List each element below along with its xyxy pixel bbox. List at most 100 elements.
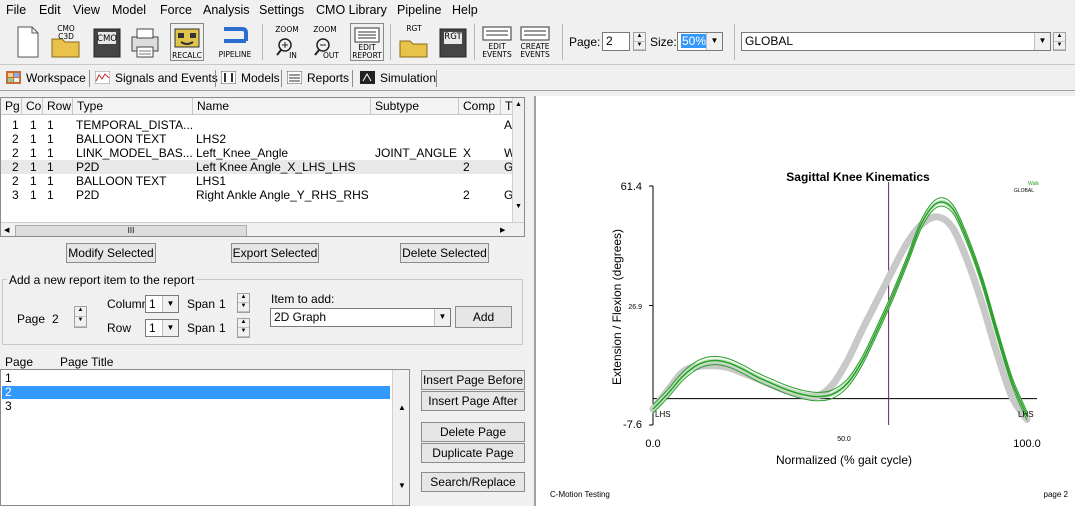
page-number-field[interactable]: 2 [602,32,630,51]
span-value-row: 1 [219,321,226,335]
table-horizontal-scrollbar[interactable]: ◀ III ▶ [1,222,524,236]
scroll-down-icon[interactable]: ▼ [398,481,406,490]
menu-model[interactable]: Model [112,3,146,17]
column-header-comp[interactable]: Comp [459,98,501,115]
menu-cmo-library[interactable]: CMO Library [316,3,387,17]
search-replace-button[interactable]: Search/Replace [421,472,525,492]
tab-signals-and-events[interactable]: Signals and Events [95,69,218,87]
chevron-down-icon[interactable]: ▼ [162,320,178,336]
global-spinner[interactable]: ▲ ▼ [1053,32,1066,51]
size-select[interactable]: 50% ▼ [677,32,723,51]
delete-page-button[interactable]: Delete Page [421,422,525,442]
spin-up-icon[interactable]: ▲ [238,294,249,303]
print-button[interactable] [128,23,162,61]
spin-up-icon[interactable]: ▲ [75,307,86,317]
spin-down-icon[interactable]: ▼ [238,328,249,337]
menu-help[interactable]: Help [452,3,478,17]
pipeline-button[interactable]: PIPELINE [218,23,252,61]
item-to-add-label: Item to add: [271,292,335,306]
page-spinner[interactable]: ▲ ▼ [633,32,646,51]
tab-reports[interactable]: Reports [287,69,349,87]
rgt-disk-button[interactable]: RGT [436,23,470,61]
scroll-up-icon[interactable]: ▲ [515,101,522,108]
scroll-down-icon[interactable]: ▼ [515,203,522,210]
insert-page-before-button[interactable]: Insert Page Before [421,370,525,390]
chevron-down-icon[interactable]: ▼ [434,309,450,326]
table-row[interactable]: 2 1 1 LINK_MODEL_BAS... Left_Knee_Angle … [1,146,515,160]
add-page-spinner[interactable]: ▲ ▼ [74,306,87,328]
table-row-selected[interactable]: 2 1 1 P2D Left Knee Angle_X_LHS_LHS 2 G [1,160,513,174]
menu-force[interactable]: Force [160,3,192,17]
spin-up-icon[interactable]: ▲ [1054,33,1065,42]
tab-models[interactable]: Models [221,69,280,87]
delete-selected-button[interactable]: Delete Selected [400,243,489,263]
table-row[interactable]: 3 1 1 P2D Right Ankle Angle_Y_RHS_RHS 2 … [1,188,513,202]
table-row[interactable]: 2 1 1 BALLOON TEXT LHS1 [1,174,513,188]
item-type-select[interactable]: 2D Graph ▼ [270,308,451,327]
tab-workspace[interactable]: Workspace [6,69,86,87]
tab-separator [281,70,282,87]
scroll-left-icon[interactable]: ◀ [4,226,9,234]
open-cmo-c3d-button[interactable]: CMO C3D [49,23,83,61]
scroll-thumb[interactable]: III [15,225,247,236]
duplicate-page-button[interactable]: Duplicate Page [421,443,525,463]
menu-analysis[interactable]: Analysis [203,3,250,17]
edit-events-button[interactable]: EDIT EVENTS [480,23,514,61]
y-tick-mid: 26.9 [628,304,642,311]
spin-up-icon[interactable]: ▲ [634,33,645,42]
edit-report-button[interactable]: EDIT REPORT [350,23,384,61]
list-item[interactable]: 1 [2,372,390,385]
add-button[interactable]: Add [455,306,512,328]
rgt-save-button[interactable]: RGT [397,23,431,61]
chevron-down-icon[interactable]: ▼ [162,296,178,312]
tab-simulation[interactable]: Simulation [360,69,436,87]
spin-down-icon[interactable]: ▼ [1054,42,1065,50]
report-preview[interactable]: Sagittal Knee Kinematics Walk GLOBAL Ext… [534,96,1075,506]
column-header-type[interactable]: Type [73,98,193,115]
global-select[interactable]: GLOBAL ▼ [741,32,1051,51]
recalc-button[interactable]: RECALC [170,23,204,61]
spin-down-icon[interactable]: ▼ [75,317,86,327]
pages-scrollbar[interactable]: ▲ ▼ [392,370,409,505]
footer-right: page 2 [1044,490,1069,499]
chevron-down-icon[interactable]: ▼ [706,33,722,50]
spin-down-icon[interactable]: ▼ [238,303,249,312]
save-cmo-button[interactable]: CMO [90,23,124,61]
column-header-subtype[interactable]: Subtype [371,98,459,115]
list-item[interactable]: 3 [2,400,390,413]
menu-settings[interactable]: Settings [259,3,304,17]
table-row[interactable]: 2 1 1 BALLOON TEXT LHS2 [1,132,513,146]
spin-up-icon[interactable]: ▲ [238,319,249,328]
knee-kinematics-chart: Sagittal Knee Kinematics Walk GLOBAL Ext… [550,170,1069,499]
modify-selected-button[interactable]: Modify Selected [66,243,156,263]
menu-file[interactable]: File [6,3,26,17]
table-row[interactable]: 1 1 1 TEMPORAL_DISTA... A [1,118,513,132]
zoom-in-button[interactable]: ZOOM IN [270,23,304,61]
scroll-up-icon[interactable]: ▲ [398,403,406,412]
insert-page-after-button[interactable]: Insert Page After [421,391,525,411]
menu-edit[interactable]: Edit [39,3,61,17]
column-header-name[interactable]: Name [193,98,371,115]
scroll-right-icon[interactable]: ▶ [500,226,505,234]
list-item-selected[interactable]: 2 [2,386,390,399]
legend-walk: Walk [1028,181,1039,187]
table-vertical-scrollbar[interactable]: ▲ ▼ [512,98,524,222]
row-select[interactable]: 1 ▼ [145,319,179,337]
pages-list: 1 2 3 ▲ ▼ [0,369,410,506]
add-page-value: 2 [52,312,59,326]
new-button[interactable] [10,23,44,61]
span-column-spinner[interactable]: ▲ ▼ [237,293,250,313]
menu-view[interactable]: View [73,3,100,17]
spin-down-icon[interactable]: ▼ [634,42,645,50]
column-header-row[interactable]: Row [43,98,73,115]
chart-title: Sagittal Knee Kinematics [786,170,930,184]
zoom-out-button[interactable]: ZOOM OUT [308,23,342,61]
column-header-col[interactable]: Col [22,98,43,115]
column-header-pg[interactable]: Pg [1,98,22,115]
export-selected-button[interactable]: Export Selected [231,243,319,263]
menu-pipeline[interactable]: Pipeline [397,3,441,17]
create-events-button[interactable]: CREATE EVENTS [518,23,552,61]
column-select[interactable]: 1 ▼ [145,295,179,313]
chevron-down-icon[interactable]: ▼ [1034,33,1050,50]
span-row-spinner[interactable]: ▲ ▼ [237,318,250,338]
